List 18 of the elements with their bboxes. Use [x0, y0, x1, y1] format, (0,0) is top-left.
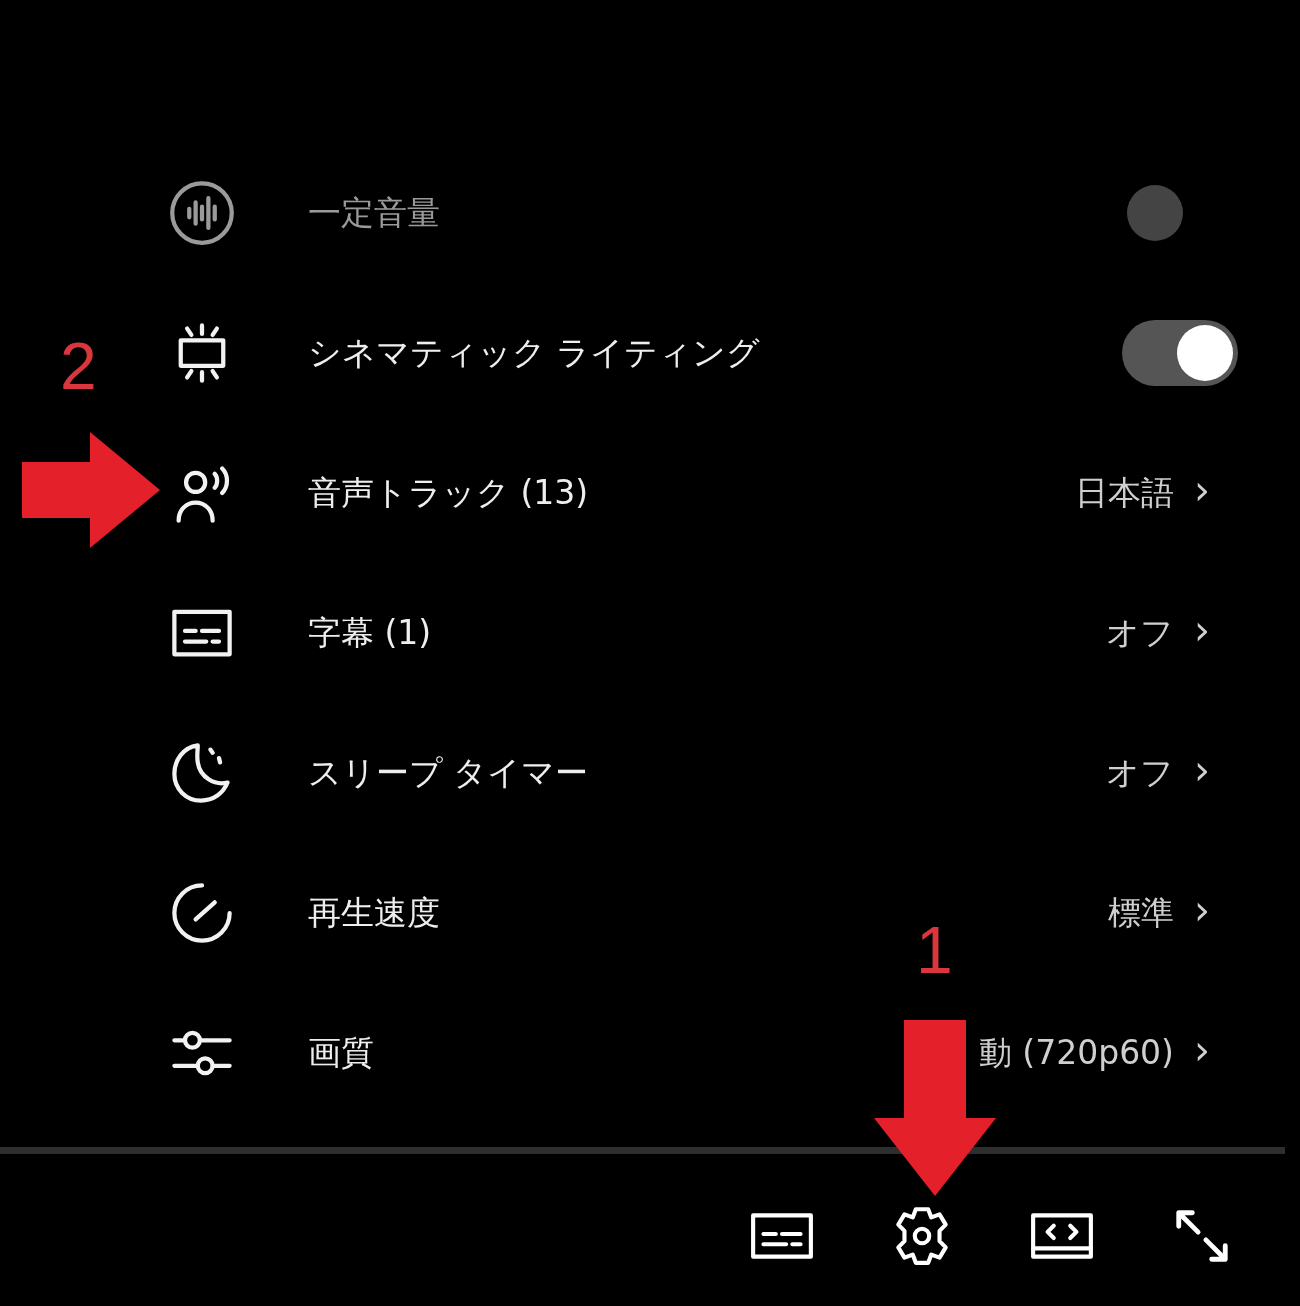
menu-item-label[interactable]: 画質 — [308, 1030, 979, 1076]
setting-value: オフ — [1106, 611, 1174, 654]
annotation-number: 2 — [60, 333, 97, 399]
chevron: › — [1194, 1030, 1210, 1070]
annotation-number: 1 — [916, 917, 953, 983]
setting-value: オフ — [1106, 751, 1174, 794]
setting-value: 日本語 — [1075, 471, 1174, 514]
chevron: › — [1194, 890, 1210, 930]
setting-value: 動 (720p60) — [978, 1031, 1174, 1074]
chevron: › — [1194, 750, 1210, 790]
menu-item-label[interactable]: 字幕 (1) — [308, 610, 1106, 656]
menu-item-label[interactable]: 音声トラック (13) — [308, 470, 1075, 516]
menu-item-label[interactable]: スリープ タイマー — [308, 750, 1106, 796]
setting-value: 標準 — [1108, 891, 1174, 934]
chevron: › — [1194, 470, 1210, 510]
chevron: › — [1194, 610, 1210, 650]
menu-item-label[interactable]: シネマティック ライティング — [308, 330, 1122, 376]
sound-wave-circle-icon — [168, 179, 236, 247]
